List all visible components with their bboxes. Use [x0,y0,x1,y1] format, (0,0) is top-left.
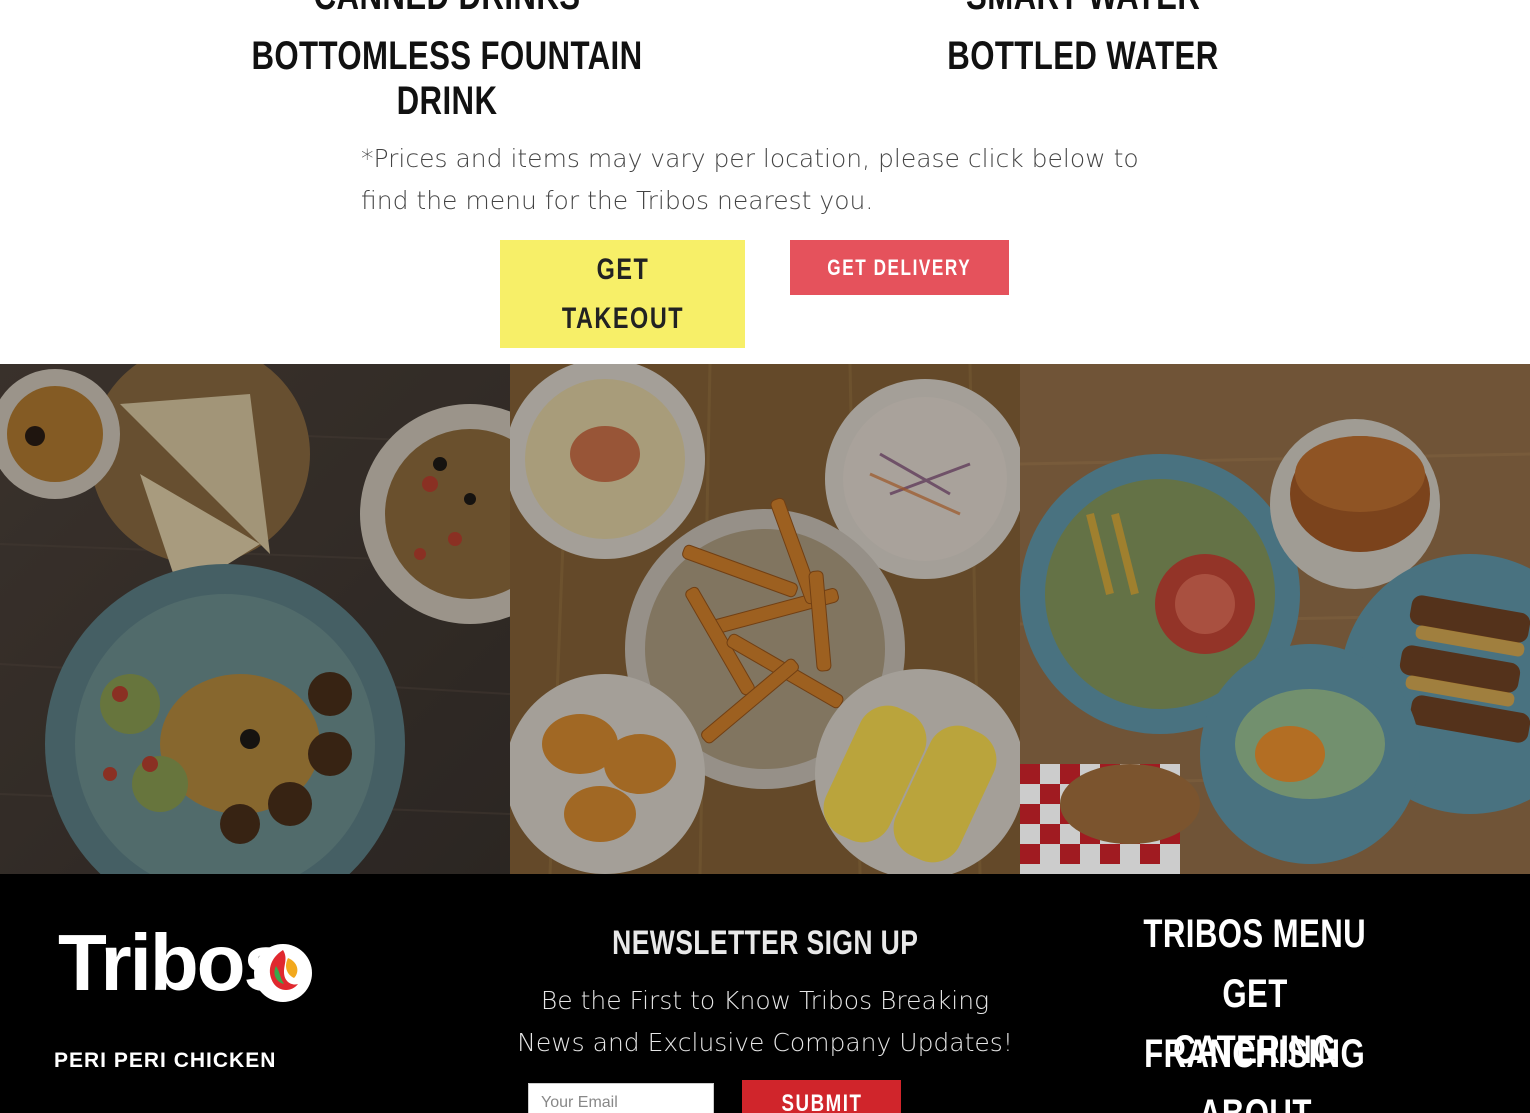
get-delivery-label: Get Delivery [827,254,972,280]
drinks-list: Canned Drinks Bottomless Fountain Drink … [0,0,1530,123]
tribos-logo[interactable]: Tribos PERI PERI CHICKEN [54,918,314,1072]
footer-link-about[interactable]: About [1105,1086,1405,1113]
drink-item: Bottled Water [947,34,1219,78]
get-takeout-button[interactable]: Get Takeout [500,240,745,348]
newsletter-title: Newsletter Sign Up [611,924,919,962]
submit-label: Submit [780,1090,863,1113]
footer-nav: Tribos Menu Get Catering Franchising Abo… [1105,906,1405,1113]
chicken-wraps-photo [1020,364,1530,874]
get-takeout-label: Get Takeout [561,253,684,335]
fries-sides-photo [510,364,1020,874]
hummus-falafel-photo [0,364,510,874]
newsletter-description: Be the First to Know Tribos Breaking New… [517,986,1013,1057]
drink-item: Bottomless Fountain Drink [251,34,643,123]
footer-link-tribos-menu[interactable]: Tribos Menu [1105,906,1405,966]
footer-link-franchising[interactable]: Franchising [1105,1026,1405,1086]
drink-item: Smart Water [803,0,1363,19]
newsletter-submit-button[interactable]: Submit [742,1080,901,1113]
site-footer: Tribos PERI PERI CHICKEN Newsletter Sign… [0,874,1530,1113]
drink-item: Canned Drinks [167,0,727,19]
footer-link-get-catering[interactable]: Get Catering [1105,966,1405,1072]
get-delivery-button[interactable]: Get Delivery [790,240,1009,295]
logo-tagline: PERI PERI CHICKEN [54,1049,277,1072]
food-photo-strip [0,364,1530,874]
price-disclaimer: *Prices and items may vary per location,… [361,144,1139,215]
flame-icon [254,944,312,1002]
newsletter-email-input[interactable] [528,1083,714,1113]
